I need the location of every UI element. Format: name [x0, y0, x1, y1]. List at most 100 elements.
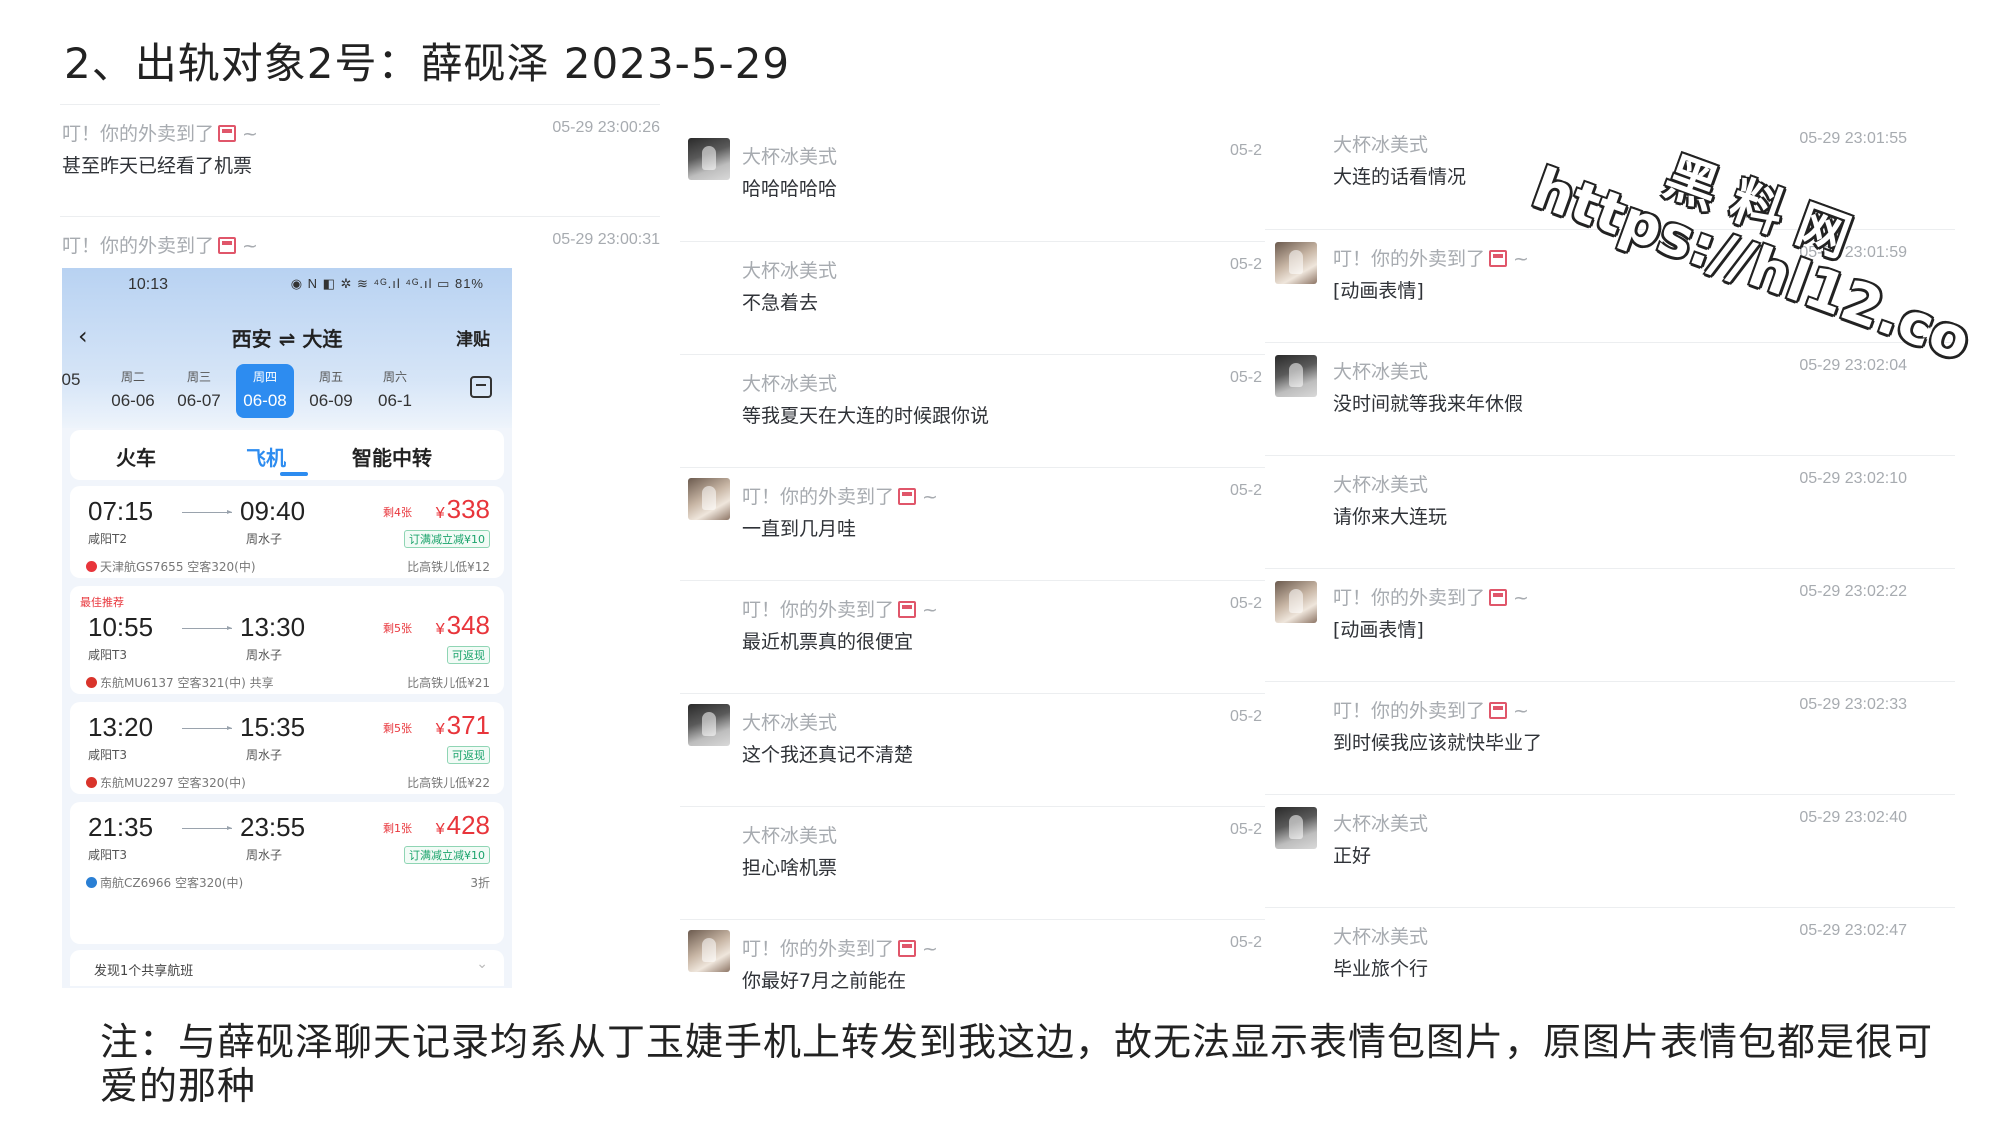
message-text: 请你来大连玩: [1333, 506, 1448, 528]
sender-name: 叮！你的外卖到了 ~: [62, 123, 258, 145]
takeout-box-icon: [218, 237, 237, 254]
tab-train[interactable]: 火车: [116, 442, 156, 471]
chat-message[interactable]: 大杯冰美式 05-2 担心啥机票: [680, 806, 1265, 919]
message-text: 毕业旅个行: [1333, 958, 1429, 980]
discount-tag: 订满减立减¥10: [404, 530, 490, 548]
sender-name: 大杯冰美式: [742, 373, 838, 395]
message-text: 不急着去: [742, 292, 819, 314]
chat-message[interactable]: 大杯冰美式 05-29 23:02:40 正好: [1265, 794, 1955, 907]
avatar[interactable]: [1275, 355, 1317, 397]
message-time: 05-2: [1230, 142, 1263, 159]
message-time: 05-29 23:01:55: [1799, 130, 1907, 147]
sender-name: 叮！你的外卖到了 ~: [742, 938, 938, 960]
departure-airport: 咸阳T3: [88, 848, 127, 862]
airline-info: 东航MU2297 空客320(中): [86, 774, 246, 791]
takeout-box-icon: [218, 125, 237, 142]
route-bar: ‹ 西安 ⇌ 大连 津贴: [62, 320, 512, 352]
chat-message[interactable]: 大杯冰美式 05-29 23:02:04 没时间就等我来年休假: [1265, 342, 1955, 455]
airline-logo-icon: [86, 677, 97, 688]
arrow-icon: [182, 726, 232, 730]
message-text: 最近机票真的很便宜: [742, 631, 914, 653]
rail-compare: 比高铁儿低¥22: [407, 776, 490, 790]
arrival-airport: 周水子: [246, 848, 283, 862]
arrival-time: 23:55: [240, 812, 306, 842]
avatar[interactable]: [688, 704, 730, 746]
avatar[interactable]: [1275, 242, 1317, 284]
seats-left: 剩5张: [383, 622, 412, 635]
chat-message[interactable]: 大杯冰美式 05-2 等我夏天在大连的时候跟你说: [680, 354, 1265, 467]
cashback-tag: 可返现: [447, 746, 490, 764]
discount-tag: 订满减立减¥10: [404, 846, 490, 864]
chat-message[interactable]: 叮！你的外卖到了 ~ 05-2 最近机票真的很便宜: [680, 580, 1265, 693]
message-text: [动画表情]: [1333, 619, 1424, 641]
message-text: 正好: [1333, 845, 1372, 867]
route-title[interactable]: 西安 ⇌ 大连: [62, 323, 512, 352]
arrival-airport: 周水子: [246, 532, 283, 546]
message-text: 到时候我应该就快毕业了: [1333, 732, 1543, 754]
tab-flight[interactable]: 飞机: [246, 442, 286, 471]
message-text: 没时间就等我来年休假: [1333, 393, 1524, 415]
departure-airport: 咸阳T3: [88, 748, 127, 762]
flight-card[interactable]: 最佳推荐 10:55 13:30 咸阳T3 周水子 剩5张 ¥348 可返现 东…: [70, 586, 504, 694]
seats-left: 剩5张: [383, 722, 412, 735]
date-tab[interactable]: 05: [62, 364, 100, 418]
chat-message[interactable]: 大杯冰美式 05-2 哈哈哈哈哈: [680, 128, 1265, 241]
status-icons: ◉ N ◧ ✲ ≋ ⁴ᴳ.ıl ⁴ᴳ.ıl ▭ 81%: [290, 276, 484, 291]
flight-card[interactable]: 21:35 23:55 咸阳T3 周水子 剩1张 ¥428 订满减立减¥10 南…: [70, 802, 504, 944]
date-tab[interactable]: 周六 06-1: [366, 364, 424, 418]
avatar[interactable]: [1275, 807, 1317, 849]
chat-message[interactable]: 叮！你的外卖到了 ~ 05-29 23:00:26 甚至昨天已经看了机票: [60, 104, 660, 216]
sender-name: 大杯冰美式: [742, 146, 838, 168]
flight-card[interactable]: 13:20 15:35 咸阳T3 周水子 剩5张 ¥371 可返现 东航MU22…: [70, 702, 504, 794]
subsidy-link[interactable]: 津贴: [456, 325, 490, 350]
message-text: 甚至昨天已经看了机票: [62, 155, 253, 177]
shared-flight-bar[interactable]: 发现1个共享航班 ⌄: [70, 950, 504, 986]
message-time: 05-29 23:02:33: [1799, 696, 1907, 713]
arrow-icon: [182, 510, 232, 514]
date-tab[interactable]: 周五 06-09: [302, 364, 360, 418]
sender-name: 叮！你的外卖到了 ~: [1333, 248, 1529, 270]
sender-name: 叮！你的外卖到了 ~: [742, 486, 938, 508]
message-time: 05-29 23:02:22: [1799, 583, 1907, 600]
airline-logo-icon: [86, 777, 97, 788]
flight-card[interactable]: 07:15 09:40 咸阳T2 周水子 剩4张 ¥338 订满减立减¥10 天…: [70, 486, 504, 578]
calendar-icon[interactable]: [470, 376, 492, 398]
chat-message[interactable]: 叮！你的外卖到了 ~ 05-2 一直到几月哇: [680, 467, 1265, 580]
chat-message[interactable]: 大杯冰美式 05-2 这个我还真记不清楚: [680, 693, 1265, 806]
date-tab-active[interactable]: 周四 06-08: [236, 364, 294, 418]
chat-message[interactable]: 大杯冰美式 05-29 23:02:47 毕业旅个行: [1265, 907, 1955, 1020]
chat-message[interactable]: 叮！你的外卖到了 ~ 05-29 23:01:59 [动画表情]: [1265, 229, 1955, 342]
avatar[interactable]: [688, 478, 730, 520]
date-selector: 05 周二 06-06 周三 06-07 周四 06-08 周五 06-09 周六 06-…: [62, 364, 512, 420]
takeout-box-icon: [898, 601, 917, 618]
chat-message[interactable]: 叮！你的外卖到了 ~ 05-29 23:02:22 [动画表情]: [1265, 568, 1955, 681]
avatar[interactable]: [688, 138, 730, 180]
sender-name: 叮！你的外卖到了 ~: [742, 599, 938, 621]
message-text: 这个我还真记不清楚: [742, 744, 914, 766]
avatar[interactable]: [1275, 581, 1317, 623]
sender-name: 大杯冰美式: [742, 712, 838, 734]
chat-message[interactable]: 叮！你的外卖到了 ~ 05-29 23:02:33 到时候我应该就快毕业了: [1265, 681, 1955, 794]
takeout-box-icon: [1489, 589, 1508, 606]
date-tab[interactable]: 周二 06-06: [104, 364, 162, 418]
message-text: 一直到几月哇: [742, 518, 857, 540]
sender-name: 叮！你的外卖到了 ~: [1333, 587, 1529, 609]
airline-info: 南航CZ6966 空客320(中): [86, 874, 243, 891]
avatar[interactable]: [688, 930, 730, 972]
arrival-time: 15:35: [240, 712, 306, 742]
price: ¥348: [435, 610, 490, 640]
date-tab[interactable]: 周三 06-07: [170, 364, 228, 418]
message-text: 你最好7月之前能在: [742, 970, 907, 992]
status-bar: 10:13 ◉ N ◧ ✲ ≋ ⁴ᴳ.ıl ⁴ᴳ.ıl ▭ 81%: [62, 276, 512, 298]
message-time: 05-2: [1230, 482, 1263, 499]
sender-name: 大杯冰美式: [1333, 361, 1429, 383]
chat-message[interactable]: 大杯冰美式 05-29 23:02:10 请你来大连玩: [1265, 455, 1955, 568]
tab-smart-transfer[interactable]: 智能中转: [352, 442, 432, 471]
chat-message[interactable]: 叮！你的外卖到了 ~ 05-2 你最好7月之前能在: [680, 919, 1265, 1032]
chat-message[interactable]: 大杯冰美式 05-2 不急着去: [680, 241, 1265, 354]
message-time: 05-2: [1230, 256, 1263, 273]
rail-compare: 比高铁儿低¥12: [407, 560, 490, 574]
chat-message[interactable]: 大杯冰美式 05-29 23:01:55 大连的话看情况: [1265, 116, 1955, 229]
sender-name: 大杯冰美式: [1333, 134, 1429, 156]
message-text: 大连的话看情况: [1333, 166, 1467, 188]
